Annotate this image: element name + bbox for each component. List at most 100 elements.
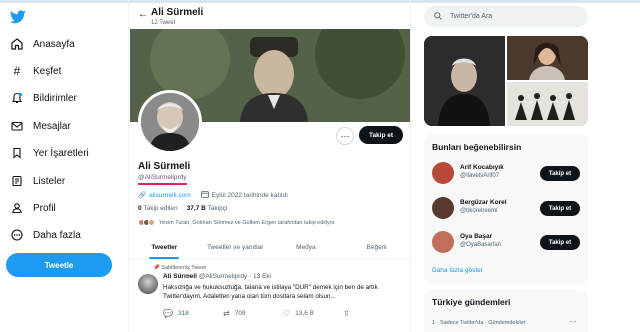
- suggestion-avatar: [432, 162, 454, 184]
- nav-label: Keşfet: [33, 65, 62, 77]
- following-label: Takip edilen: [143, 205, 178, 212]
- nav-label: Anasayfa: [33, 38, 75, 50]
- suggestion-follow-button[interactable]: Takip et: [540, 201, 580, 216]
- show-more-link[interactable]: Daha fazla göster: [432, 267, 483, 274]
- nav-label: Listeler: [33, 175, 66, 187]
- nav-label: Yer İşaretleri: [33, 147, 89, 159]
- followers-link[interactable]: 37,7 B Takipçi: [187, 205, 228, 212]
- header-tweet-count: 12 Tweet: [151, 20, 176, 26]
- profile-avatar[interactable]: [138, 90, 202, 154]
- reply-button[interactable]: 💬 318: [163, 309, 223, 318]
- follower-avatar: [148, 219, 155, 226]
- reply-count: 318: [177, 310, 189, 317]
- trend-item[interactable]: 1 · Sadece Twitter'da · Gündemdekiler: [432, 320, 526, 326]
- nav-item-profile[interactable]: Profil: [10, 198, 56, 218]
- profile-stats: 0 Takip edilen 37,7 B Takipçi: [138, 205, 227, 212]
- nav-item-home[interactable]: Anasayfa: [10, 34, 75, 54]
- suggestion-avatar: [432, 197, 454, 219]
- heart-icon: ♡: [283, 309, 291, 318]
- media-thumbnail[interactable]: [507, 82, 588, 126]
- tweet-author-name[interactable]: Ali Sürmeli: [163, 273, 197, 280]
- retweet-count: 709: [234, 310, 246, 317]
- who-to-follow: Bunları beğenebilirsin Arif Kocabıyık @I…: [424, 134, 588, 284]
- retweet-icon: ⇄: [223, 309, 230, 318]
- back-arrow-icon[interactable]: ←: [138, 9, 148, 20]
- nav-item-lists[interactable]: Listeler: [10, 171, 65, 191]
- suggestion-name: Bergüzar Korel: [460, 199, 507, 206]
- home-icon: [10, 37, 24, 51]
- search-input[interactable]: Twitter'da Ara: [424, 6, 588, 27]
- tab-likes[interactable]: Beğeni: [341, 236, 410, 259]
- suggestion-item[interactable]: Oya Başar @OyaBasarfan Takip et: [432, 229, 582, 255]
- suggestion-name: Oya Başar: [460, 233, 493, 240]
- suggestion-avatar: [432, 231, 454, 253]
- suggestion-item[interactable]: Arif Kocabıyık @IlavetvArif07 Takip et: [432, 160, 582, 186]
- trend-more-icon[interactable]: ···: [569, 317, 577, 326]
- followers-count: 37,7 B: [186, 205, 206, 212]
- suggestion-name: Arif Kocabıyık: [460, 164, 504, 171]
- tab-tweets[interactable]: Tweetler: [129, 236, 200, 259]
- media-grid: [424, 36, 588, 126]
- more-circle-icon: [10, 228, 24, 242]
- profile-header-bar: ← Ali Sürmeli 12 Tweet: [129, 3, 410, 29]
- person-icon: [10, 201, 24, 215]
- followed-by-text: Yesim Turan, Gökhan Sönmez ve Gülben Erg…: [159, 219, 335, 226]
- left-nav: Anasayfa # Keşfet Bildirimler Mesajlar Y…: [0, 0, 125, 332]
- like-count: 13,6 B: [295, 310, 314, 317]
- profile-website-link[interactable]: alisurmeli.com: [149, 192, 191, 199]
- twitter-logo-icon[interactable]: [10, 10, 26, 24]
- follow-button[interactable]: Takip et: [359, 126, 403, 144]
- link-icon: 🔗: [138, 192, 147, 199]
- following-count: 0: [138, 205, 142, 212]
- share-button[interactable]: ⇪: [343, 309, 403, 318]
- who-to-follow-title: Bunları beğenebilirsin: [432, 142, 522, 152]
- profile-handle: @AliSurmeliprdy: [138, 174, 187, 185]
- nav-item-bookmarks[interactable]: Yer İşaretleri: [10, 143, 89, 163]
- trends-panel: Türkiye gündemleri 1 · Sadece Twitter'da…: [424, 290, 588, 332]
- media-thumbnail[interactable]: [507, 36, 588, 80]
- like-button[interactable]: ♡ 13,6 B: [283, 309, 343, 318]
- tweet-text: Haksızlığa ve hukuksuzluğa, talana ve is…: [163, 284, 378, 300]
- pinned-text: Sabitlenmiş Tweet: [161, 265, 206, 271]
- list-icon: [10, 174, 24, 188]
- nav-item-more[interactable]: Daha fazla: [10, 225, 81, 245]
- suggestion-follow-button[interactable]: Takip et: [540, 235, 580, 250]
- tweet-header: Ali Sürmeli @AliSurmeliprdy · 13 Eki: [163, 273, 271, 280]
- profile-column: ← Ali Sürmeli 12 Tweet ··· Takip et Ali …: [128, 0, 411, 332]
- tweet-meta: @AliSurmeliprdy · 13 Eki: [198, 273, 272, 280]
- search-placeholder: Twitter'da Ara: [450, 13, 493, 20]
- suggestion-handle: @bkorelreeml: [460, 208, 498, 214]
- suggestion-item[interactable]: Bergüzar Korel @bkorelreeml Takip et: [432, 195, 582, 221]
- suggestion-handle: @OyaBasarfan: [460, 242, 502, 248]
- suggestion-handle: @IlavetvArif07: [460, 173, 500, 179]
- hashtag-icon: #: [13, 64, 21, 78]
- search-icon: [434, 11, 442, 22]
- tab-media[interactable]: Medya: [271, 236, 342, 259]
- nav-label: Daha fazla: [33, 229, 81, 241]
- pin-icon: 📌: [153, 265, 160, 271]
- followers-label: Takipçi: [207, 205, 228, 212]
- following-link[interactable]: 0 Takip edilen: [138, 205, 178, 212]
- tab-tweets-replies[interactable]: Tweetler ve yanıtlar: [200, 236, 271, 259]
- suggestion-follow-button[interactable]: Takip et: [540, 166, 580, 181]
- calendar-icon: [200, 190, 209, 200]
- nav-item-notifications[interactable]: Bildirimler: [10, 88, 77, 108]
- nav-item-explore[interactable]: # Keşfet: [10, 61, 62, 81]
- envelope-icon: [10, 119, 24, 133]
- trends-title: Türkiye gündemleri: [432, 297, 511, 307]
- profile-name: Ali Sürmeli: [138, 161, 191, 172]
- profile-tabs: Tweetler Tweetler ve yanıtlar Medya Beğe…: [129, 236, 410, 260]
- media-thumbnail[interactable]: [424, 36, 505, 126]
- tweet-button[interactable]: Tweetle: [6, 253, 112, 277]
- tweet-actions: 💬 318 ⇄ 709 ♡ 13,6 B ⇪: [163, 309, 403, 318]
- followed-by[interactable]: Yesim Turan, Gökhan Sönmez ve Gülben Erg…: [138, 219, 335, 226]
- profile-more-button[interactable]: ···: [336, 127, 354, 145]
- nav-item-messages[interactable]: Mesajlar: [10, 116, 71, 136]
- nav-label: Bildirimler: [33, 92, 77, 104]
- bookmark-icon: [10, 146, 24, 160]
- pinned-label: 📌 Sabitlenmiş Tweet: [153, 265, 206, 271]
- tweet-avatar[interactable]: [138, 274, 158, 294]
- nav-label: Profil: [33, 202, 56, 214]
- retweet-button[interactable]: ⇄ 709: [223, 309, 283, 318]
- profile-joined: Eylül 2022 tarihinde katıldı: [211, 191, 288, 199]
